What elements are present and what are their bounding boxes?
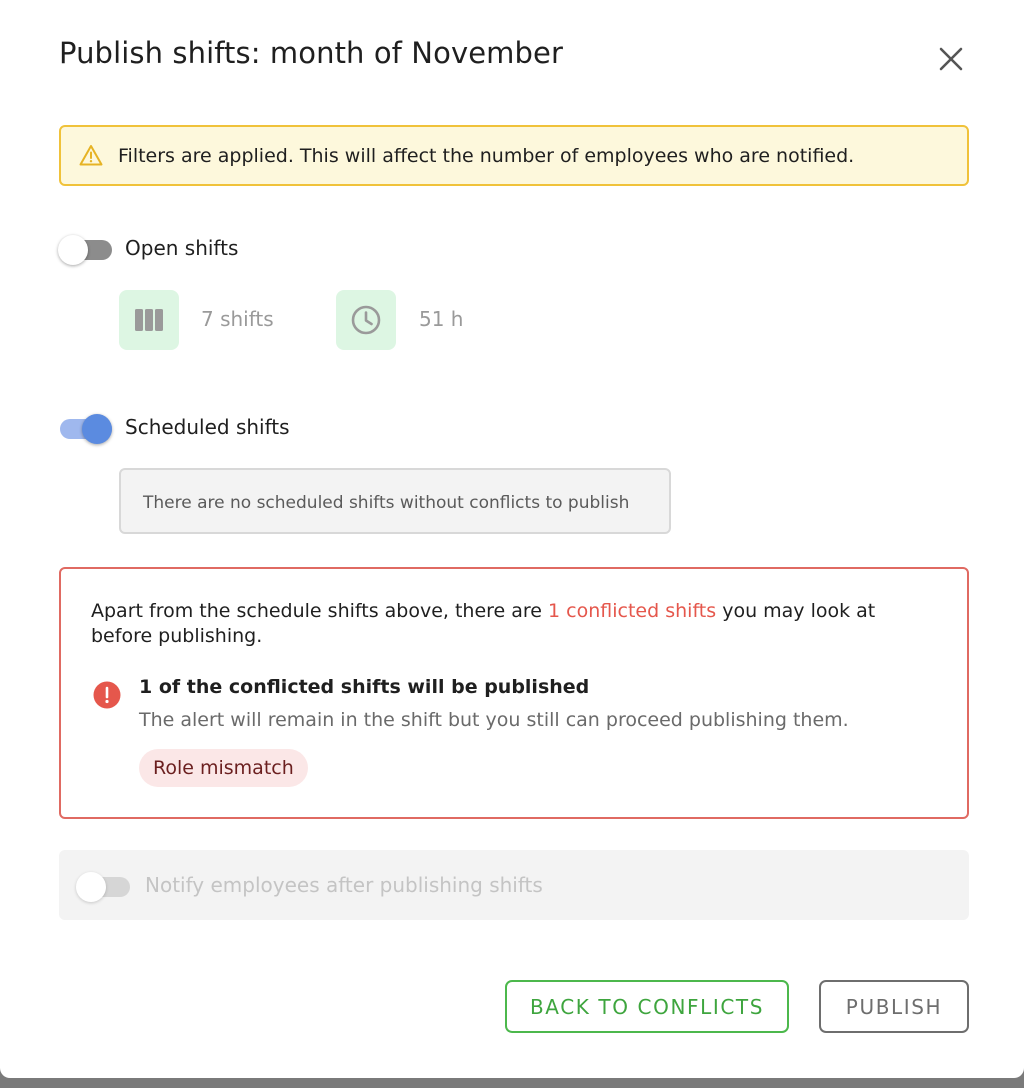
toggle-knob [76, 872, 106, 902]
publish-button[interactable]: PUBLISH [819, 980, 969, 1033]
publish-shifts-dialog: Publish shifts: month of November Filter… [0, 0, 1024, 1078]
scheduled-shifts-label: Scheduled shifts [125, 415, 290, 439]
toggle-knob [82, 414, 112, 444]
scheduled-shifts-toggle[interactable] [58, 412, 114, 444]
conflicts-panel: Apart from the schedule shifts above, th… [59, 567, 969, 819]
clock-icon [351, 305, 381, 335]
filters-warning-banner: Filters are applied. This will affect th… [59, 125, 969, 186]
empty-state-message: There are no scheduled shifts without co… [143, 493, 630, 513]
back-to-conflicts-button[interactable]: BACK TO CONFLICTS [505, 980, 789, 1033]
conflicts-intro: Apart from the schedule shifts above, th… [91, 599, 941, 649]
error-icon [93, 681, 121, 709]
dialog-title: Publish shifts: month of November [59, 36, 563, 70]
columns-icon [135, 309, 163, 331]
toggle-knob [58, 235, 88, 265]
close-button[interactable] [934, 42, 968, 76]
warning-icon [79, 145, 103, 166]
notify-employees-label: Notify employees after publishing shifts [145, 873, 543, 897]
notify-employees-row: Notify employees after publishing shifts [59, 850, 969, 920]
shifts-count-icon-box [119, 290, 179, 350]
open-shifts-hours: 51 h [419, 307, 464, 331]
conflicts-intro-before: Apart from the schedule shifts above, th… [91, 600, 549, 622]
conflicted-shifts-link[interactable]: 1 conflicted shifts [548, 600, 716, 622]
scheduled-shifts-empty-state: There are no scheduled shifts without co… [119, 468, 671, 534]
open-shifts-count: 7 shifts [201, 307, 274, 331]
conflicts-description: The alert will remain in the shift but y… [139, 709, 849, 731]
open-shifts-toggle[interactable] [58, 233, 114, 265]
conflicts-heading: 1 of the conflicted shifts will be publi… [139, 676, 590, 698]
open-shifts-label: Open shifts [125, 236, 239, 260]
warning-text: Filters are applied. This will affect th… [118, 145, 855, 167]
close-icon [939, 47, 963, 71]
notify-employees-toggle[interactable] [76, 870, 132, 902]
hours-icon-box [336, 290, 396, 350]
role-mismatch-chip: Role mismatch [139, 749, 308, 787]
